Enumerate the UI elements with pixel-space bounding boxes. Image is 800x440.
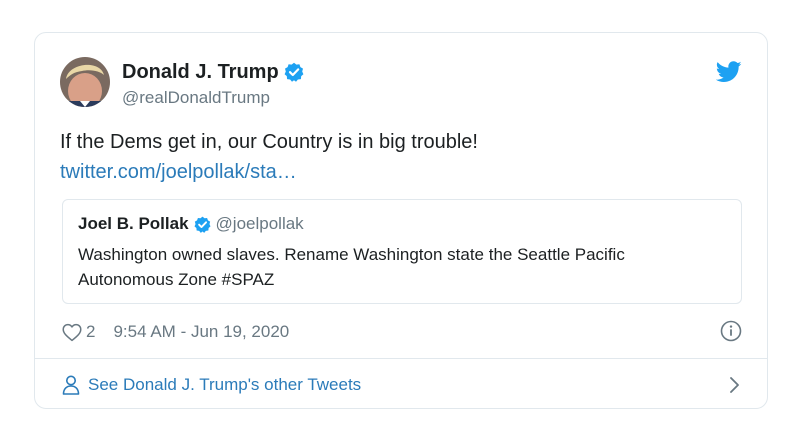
tweet-header: Donald J. Trump @realDonaldTrump (60, 57, 742, 113)
info-icon[interactable] (720, 320, 742, 347)
twitter-bird-icon[interactable] (715, 61, 742, 88)
verified-badge-icon (284, 62, 304, 82)
heart-icon[interactable] (62, 323, 82, 342)
divider (35, 358, 767, 359)
quoted-tweet-header: Joel B. Pollak @joelpollak (78, 214, 304, 234)
quoted-tweet-text: Washington owned slaves. Rename Washingt… (78, 245, 625, 289)
chevron-right-icon[interactable] (728, 376, 740, 399)
quoted-author-handle: @joelpollak (215, 214, 304, 233)
tweet-link[interactable]: twitter.com/joelpollak/sta… (60, 157, 742, 187)
quoted-tweet[interactable]: Joel B. Pollak @joelpollak Washington ow… (62, 199, 742, 304)
embedded-tweet-card: Donald J. Trump @realDonaldTrump If the … (34, 32, 768, 409)
author-display-name[interactable]: Donald J. Trump (122, 61, 279, 83)
tweet-text: If the Dems get in, our Country is in bi… (60, 131, 478, 153)
author-avatar[interactable] (60, 57, 110, 107)
author-handle[interactable]: @realDonaldTrump (122, 88, 304, 108)
tweet-meta: 2 9:54 AM - Jun 19, 2020 (62, 319, 742, 345)
quoted-author-name: Joel B. Pollak (78, 214, 189, 233)
tweet-body: If the Dems get in, our Country is in bi… (60, 127, 742, 187)
see-other-tweets-link[interactable]: See Donald J. Trump's other Tweets (62, 371, 740, 399)
tweet-timestamp[interactable]: 9:54 AM - Jun 19, 2020 (113, 322, 289, 342)
like-count[interactable]: 2 (86, 322, 95, 342)
person-icon (62, 375, 80, 395)
verified-badge-icon (194, 216, 211, 233)
tweet-author: Donald J. Trump @realDonaldTrump (122, 61, 304, 108)
see-other-tweets-label: See Donald J. Trump's other Tweets (88, 375, 362, 394)
